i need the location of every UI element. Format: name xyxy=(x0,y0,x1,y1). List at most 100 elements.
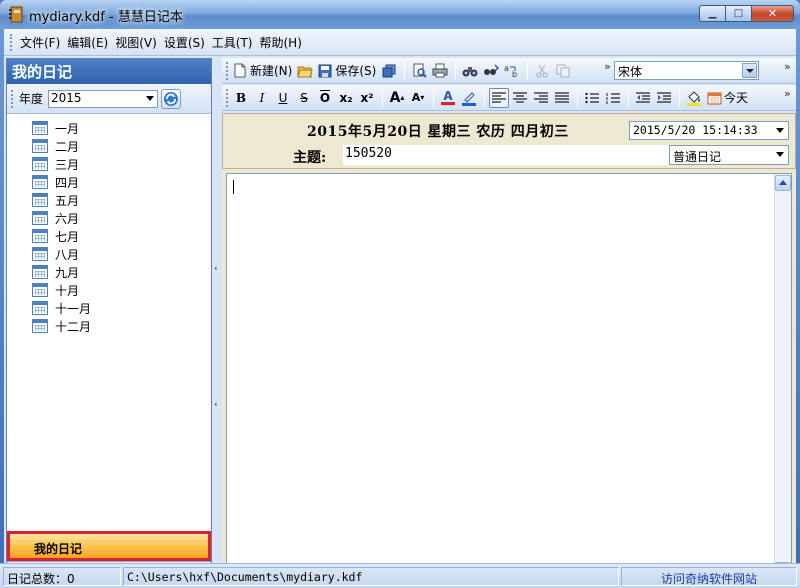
font-color-button[interactable]: A xyxy=(438,88,458,108)
month-item[interactable]: 九月 xyxy=(7,263,211,281)
entry-datetime-picker[interactable]: 2015/5/20 15:14:33 xyxy=(629,121,789,140)
calendar-icon xyxy=(32,283,48,297)
month-item[interactable]: 三月 xyxy=(7,155,211,173)
close-button[interactable]: ✕ xyxy=(751,5,794,22)
toolbar-grip[interactable] xyxy=(226,88,228,107)
strikethrough-button[interactable]: S xyxy=(294,88,314,108)
status-bar: 日记总数：0 C:\Users\hxf\Documents\mydiary.kd… xyxy=(0,563,800,588)
bold-button[interactable]: B xyxy=(231,88,251,108)
font-select[interactable]: 宋体 xyxy=(614,61,759,80)
text-caret xyxy=(233,180,234,194)
toolbar-overflow-icon[interactable]: » xyxy=(604,60,611,73)
month-item[interactable]: 二月 xyxy=(7,137,211,155)
toolbar-overflow-icon[interactable]: » xyxy=(784,87,791,100)
window-controls: ▁ □ ✕ xyxy=(699,5,794,22)
print-button[interactable] xyxy=(430,61,450,81)
title-bar[interactable]: mydiary.kdf - 慧慧日记本 ▁ □ ✕ xyxy=(0,0,800,29)
diary-text-editor[interactable] xyxy=(226,173,792,580)
svg-text:b: b xyxy=(512,70,517,78)
italic-icon: I xyxy=(259,90,265,105)
find-button[interactable] xyxy=(460,61,480,81)
overline-button[interactable]: O xyxy=(315,88,335,108)
collapse-left-icon[interactable]: ‹ xyxy=(214,264,220,276)
menu-view[interactable]: 视图(V) xyxy=(112,34,160,51)
copy-icon xyxy=(556,64,570,77)
print-preview-button[interactable] xyxy=(409,61,429,81)
menu-tools[interactable]: 工具(T) xyxy=(209,34,256,51)
strikethrough-icon: S xyxy=(300,90,308,105)
today-button-label: 今天 xyxy=(724,91,749,105)
shrink-font-button[interactable]: A ▾ xyxy=(408,88,428,108)
month-item[interactable]: 十二月 xyxy=(7,317,211,335)
menu-file[interactable]: 文件(F) xyxy=(17,34,63,51)
background-color-button[interactable] xyxy=(684,88,704,108)
year-select[interactable]: 2015 xyxy=(48,89,159,108)
align-center-button[interactable] xyxy=(510,88,530,108)
collapse-left-icon[interactable]: ‹ xyxy=(214,400,220,412)
menu-settings[interactable]: 设置(S) xyxy=(161,34,208,51)
month-item[interactable]: 十月 xyxy=(7,281,211,299)
open-button[interactable] xyxy=(295,61,315,81)
diary-count: 日记总数：0 xyxy=(3,567,121,586)
save-all-button[interactable] xyxy=(379,61,399,81)
month-item[interactable]: 七月 xyxy=(7,227,211,245)
align-left-button[interactable] xyxy=(489,87,509,108)
cut-button[interactable] xyxy=(532,61,552,81)
align-left-icon xyxy=(492,91,506,103)
underline-icon: U xyxy=(278,90,288,105)
grow-font-button[interactable]: A ▴ xyxy=(387,88,407,108)
replace-button[interactable]: ab xyxy=(502,61,522,81)
nav-my-diary-button[interactable]: 我的日记 xyxy=(7,531,211,561)
new-button[interactable]: 新建(N) xyxy=(231,61,294,81)
justify-button[interactable] xyxy=(552,88,572,108)
toolbar-separator xyxy=(577,88,578,107)
month-item[interactable]: 十一月 xyxy=(7,299,211,317)
scroll-up-button[interactable] xyxy=(775,175,791,191)
save-button[interactable]: 保存(S) xyxy=(316,61,378,81)
menu-edit[interactable]: 编辑(E) xyxy=(64,34,111,51)
menu-grip[interactable] xyxy=(10,33,13,51)
toolbar-separator xyxy=(404,61,406,80)
maximize-button[interactable]: □ xyxy=(725,5,751,22)
website-link[interactable]: 访问奇纳软件网站 xyxy=(621,567,797,586)
subject-input[interactable]: 150520 xyxy=(343,145,669,165)
find-next-button[interactable] xyxy=(481,61,501,81)
minimize-button[interactable]: ▁ xyxy=(699,5,725,22)
highlighter-icon xyxy=(462,91,476,106)
grow-font-icon: A xyxy=(389,89,401,106)
month-item[interactable]: 四月 xyxy=(7,173,211,191)
font-color-icon: A xyxy=(443,88,453,103)
month-item[interactable]: 八月 xyxy=(7,245,211,263)
bullet-list-icon xyxy=(585,92,599,103)
year-bar-grip[interactable] xyxy=(11,89,13,108)
superscript-icon: x² xyxy=(360,90,374,105)
month-item[interactable]: 一月 xyxy=(7,119,211,137)
toolbar-grip[interactable] xyxy=(226,61,228,80)
numbered-list-icon xyxy=(606,92,620,104)
copy-button[interactable] xyxy=(553,61,573,81)
increase-indent-button[interactable] xyxy=(654,88,674,108)
month-label: 二月 xyxy=(55,139,80,154)
month-item[interactable]: 六月 xyxy=(7,209,211,227)
editor-area: 新建(N) 保存(S) a b » 宋体 » B I U S O x₂ x² A… xyxy=(222,58,796,584)
highlight-button[interactable] xyxy=(459,88,479,108)
refresh-button[interactable] xyxy=(161,88,182,109)
superscript-button[interactable]: x² xyxy=(357,88,377,108)
entry-datetime-value: 2015/5/20 15:14:33 xyxy=(633,123,758,137)
panel-splitter[interactable]: ‹ ‹ xyxy=(213,58,221,584)
underline-button[interactable]: U xyxy=(273,88,293,108)
print-preview-icon xyxy=(413,63,427,78)
italic-button[interactable]: I xyxy=(252,88,272,108)
numbered-list-button[interactable] xyxy=(603,88,623,108)
editor-frame xyxy=(222,169,796,584)
align-right-button[interactable] xyxy=(531,88,551,108)
decrease-indent-button[interactable] xyxy=(633,88,653,108)
editor-scrollbar[interactable] xyxy=(774,174,791,579)
menu-help[interactable]: 帮助(H) xyxy=(257,34,305,51)
today-button[interactable]: 今天 xyxy=(705,88,750,108)
category-select[interactable]: 普通日记 xyxy=(669,145,789,165)
bullet-list-button[interactable] xyxy=(582,88,602,108)
toolbar-overflow-icon[interactable]: » xyxy=(784,60,791,73)
subscript-button[interactable]: x₂ xyxy=(336,88,356,108)
month-item[interactable]: 五月 xyxy=(7,191,211,209)
